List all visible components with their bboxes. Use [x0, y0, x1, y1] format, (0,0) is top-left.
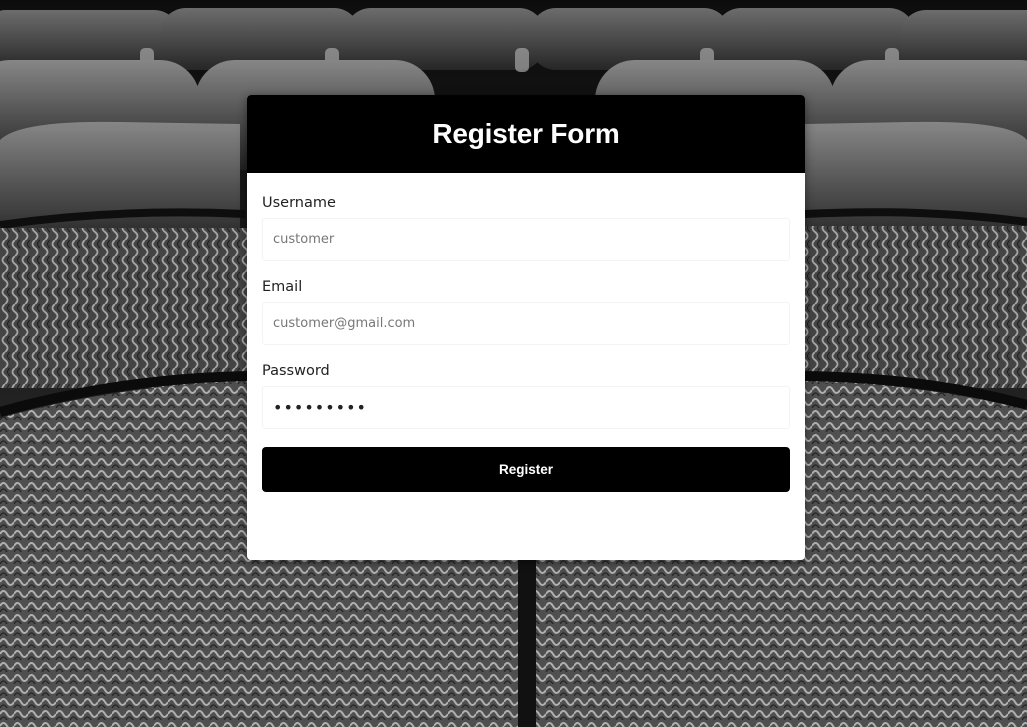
username-field-group: Username	[262, 195, 790, 261]
password-label: Password	[262, 363, 330, 379]
username-label: Username	[262, 195, 336, 211]
email-field-group: Email	[262, 279, 790, 345]
password-input[interactable]	[262, 386, 790, 429]
email-input[interactable]	[262, 302, 790, 345]
register-form: Username Email Password Register	[247, 173, 805, 492]
register-page: Register Form Username Email Password Re…	[0, 0, 1027, 727]
form-title: Register Form	[432, 118, 620, 149]
form-header: Register Form	[247, 95, 805, 173]
password-field-group: Password	[262, 363, 790, 429]
register-button[interactable]: Register	[262, 447, 790, 492]
email-label: Email	[262, 279, 303, 295]
register-form-card: Register Form Username Email Password Re…	[247, 95, 805, 560]
username-input[interactable]	[262, 218, 790, 261]
